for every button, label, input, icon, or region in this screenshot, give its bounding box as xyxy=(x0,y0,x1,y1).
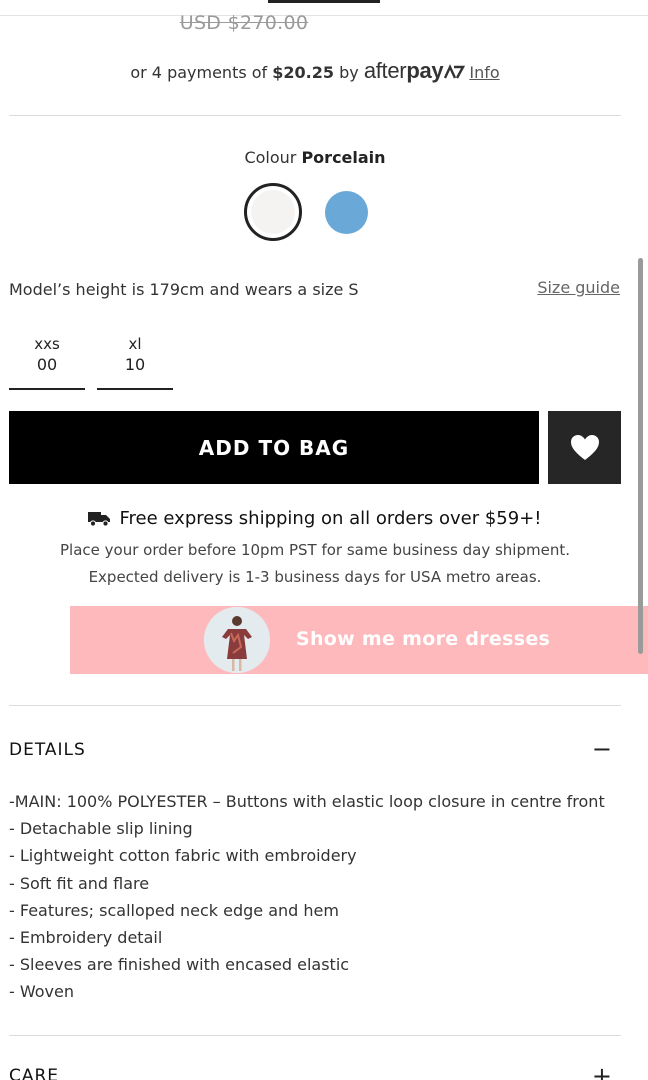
product-page: USD $270.00 or 4 payments of $20.25 by a… xyxy=(0,0,648,1080)
shipping-title-text: Free express shipping on all orders over… xyxy=(119,508,542,529)
swatch-porcelain-fill xyxy=(251,190,295,234)
size-option-xxs[interactable]: xxs 00 xyxy=(9,334,85,390)
detail-item: - Detachable slip lining xyxy=(9,819,193,839)
details-section-title[interactable]: DETAILS xyxy=(9,740,86,760)
afterpay-info-link[interactable]: Info xyxy=(469,63,499,82)
shipping-title: Free express shipping on all orders over… xyxy=(0,508,630,529)
colour-selector-label: Colour Porcelain xyxy=(0,148,630,167)
shipping-delivery-text: Expected delivery is 1-3 business days f… xyxy=(88,568,542,586)
details-list: -MAIN: 100% POLYESTER – Buttons with ela… xyxy=(9,788,629,1006)
colour-value: Porcelain xyxy=(301,148,386,167)
truck-icon xyxy=(88,512,111,527)
heart-icon xyxy=(570,435,599,460)
more-dresses-banner[interactable]: Show me more dresses xyxy=(70,606,648,674)
detail-item: - Sleeves are finished with encased elas… xyxy=(9,955,350,975)
care-section-title[interactable]: CARE xyxy=(9,1066,59,1080)
detail-item: - Woven xyxy=(9,982,74,1002)
dress-thumbnail xyxy=(204,607,270,673)
afterpay-amount: $20.25 xyxy=(272,63,335,82)
model-size-info: Model’s height is 179cm and wears a size… xyxy=(9,280,359,299)
detail-item: - Soft fit and flare xyxy=(9,873,150,893)
swatch-blue[interactable] xyxy=(325,191,368,234)
more-dresses-label: Show me more dresses xyxy=(296,628,551,650)
details-collapse-toggle[interactable]: − xyxy=(592,737,612,761)
size-label: xxs xyxy=(34,335,60,353)
shipping-cutoff-text: Place your order before 10pm PST for sam… xyxy=(60,541,570,559)
afterpay-prefix: or 4 payments of xyxy=(130,63,273,82)
divider xyxy=(9,705,621,706)
afterpay-arrows-icon xyxy=(444,64,466,79)
size-value: 10 xyxy=(124,355,146,374)
care-expand-toggle[interactable]: + xyxy=(592,1064,612,1080)
size-label: xl xyxy=(128,335,142,353)
afterpay-row: or 4 payments of $20.25 by afterpay Info xyxy=(0,58,630,84)
scrollbar[interactable] xyxy=(638,258,643,654)
divider xyxy=(9,1035,621,1036)
size-option-xl[interactable]: xl 10 xyxy=(97,334,173,390)
detail-item: -MAIN: 100% POLYESTER – Buttons with ela… xyxy=(9,792,605,811)
detail-item: - Embroidery detail xyxy=(9,928,163,948)
swatch-porcelain[interactable] xyxy=(244,183,302,241)
tab-indicator xyxy=(268,0,380,3)
detail-item: - Features; scalloped neck edge and hem xyxy=(9,900,339,920)
afterpay-by: by xyxy=(334,63,364,82)
afterpay-logo: afterpay xyxy=(363,58,444,83)
colour-label: Colour xyxy=(244,148,297,167)
size-value: 00 xyxy=(36,355,58,374)
size-guide-link[interactable]: Size guide xyxy=(537,278,620,297)
divider xyxy=(9,115,621,116)
wishlist-button[interactable] xyxy=(548,411,621,484)
dress-model-image xyxy=(204,607,270,673)
old-price: USD $270.00 xyxy=(179,12,309,34)
detail-item: - Lightweight cotton fabric with embroid… xyxy=(9,846,357,866)
add-to-bag-button[interactable]: ADD TO BAG xyxy=(9,411,539,484)
